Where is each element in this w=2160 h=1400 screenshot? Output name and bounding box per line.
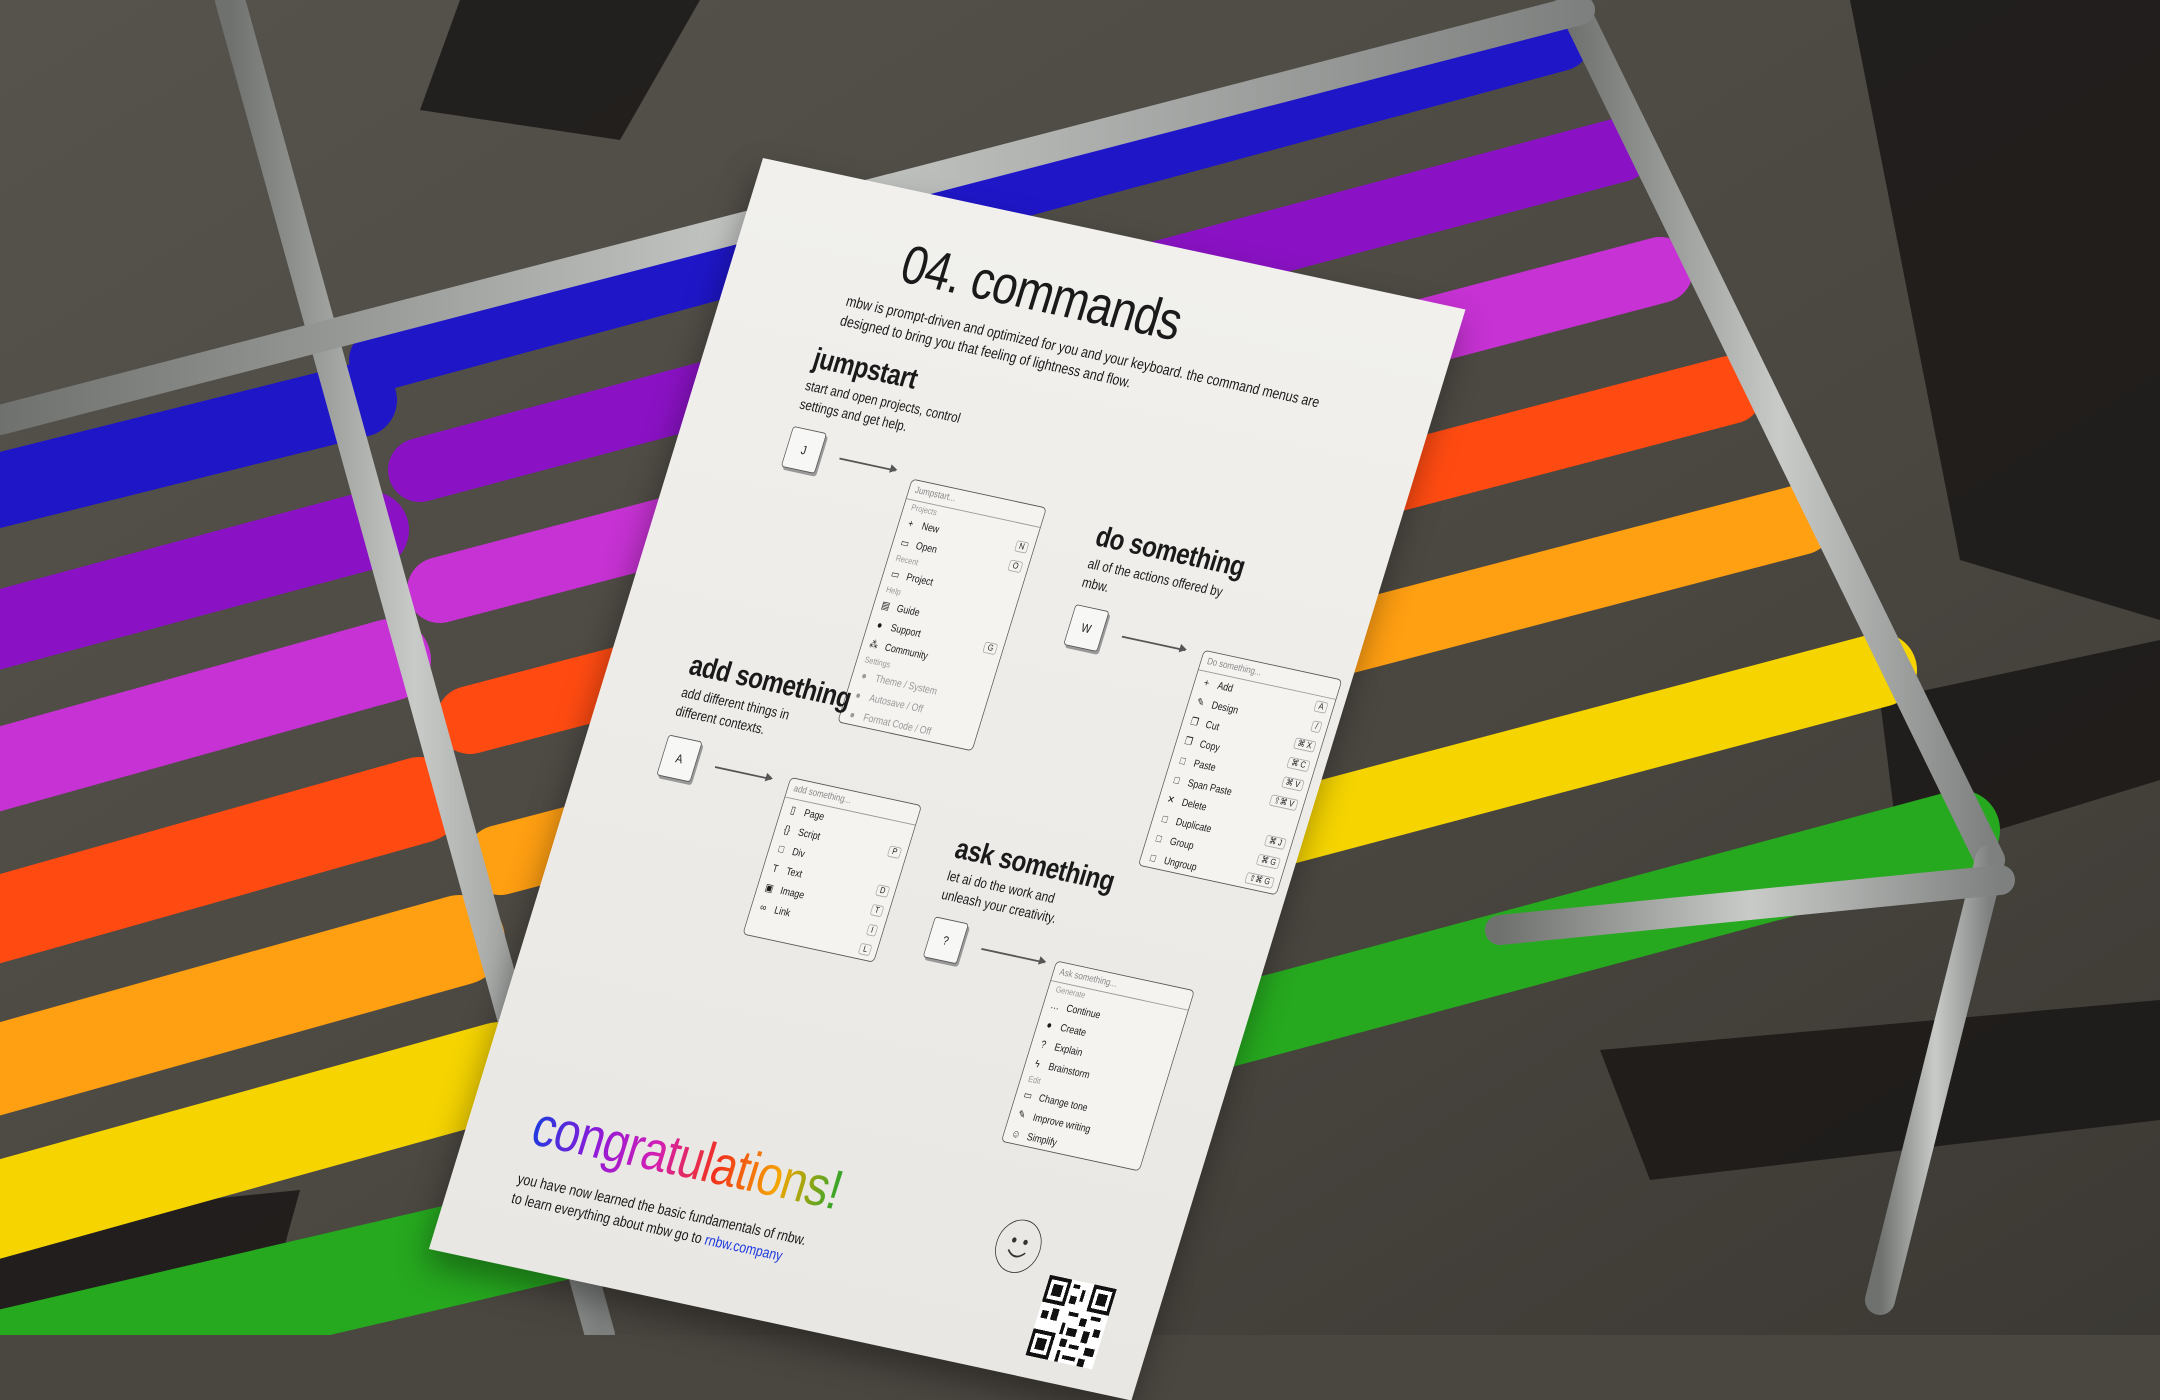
add-something-menu: add something... ▯ Page{} Script P □ Div T Text D…: [742, 777, 922, 963]
folder-icon: ▭: [899, 535, 911, 550]
braces-icon: {}: [782, 822, 793, 836]
pen-icon: ✎: [1195, 695, 1207, 709]
smile-icon: ☺: [1010, 1126, 1023, 1141]
ask-something-arrow: [981, 948, 1045, 963]
shortcut-key: L: [858, 942, 873, 957]
dot-icon: ●: [860, 668, 869, 682]
qr-code-icon: [1025, 1274, 1117, 1370]
jumpstart-menu: Jumpstart... Projects + New N ▭ Open O Recent ▭ Pr…: [837, 478, 1047, 752]
square-icon: □: [1148, 850, 1158, 864]
ask-something-menu: Ask something... Generate… Continue ● Create…: [1000, 960, 1195, 1172]
copy-icon: ❐: [1183, 734, 1195, 748]
shortcut-key: O: [1007, 559, 1024, 574]
speech-icon: ▭: [1022, 1087, 1034, 1102]
shortcut-key: T: [869, 903, 885, 918]
add-something-arrow: [714, 766, 772, 780]
shortcut-key: A: [1313, 700, 1329, 714]
shortcut-key: G: [982, 641, 999, 656]
page-icon: ▯: [789, 803, 798, 817]
link-icon: ∞: [758, 900, 769, 914]
person-icon: ●: [875, 618, 885, 632]
text-icon: T: [771, 861, 780, 875]
smiley-icon: [988, 1215, 1049, 1278]
ask-something-key: ?: [922, 916, 969, 965]
shortcut-key: /: [1310, 720, 1323, 734]
menu-item-spacer: [752, 925, 763, 927]
image-icon: ▣: [763, 880, 776, 895]
square-icon: □: [777, 842, 786, 855]
do-something-key: W: [1063, 604, 1110, 652]
jumpstart-key: J: [780, 425, 827, 474]
shortcut-key: N: [1013, 540, 1030, 554]
people-icon: ⁂: [868, 637, 881, 651]
shortcut-key: ⇧⌘ G: [1244, 871, 1275, 889]
question-icon: ?: [1039, 1037, 1048, 1051]
jumpstart-arrow: [839, 457, 896, 472]
shortcut-key: ⌘ J: [1263, 834, 1287, 850]
shortcut-key: P: [887, 845, 903, 859]
ellipsis-icon: …: [1049, 998, 1062, 1012]
shortcut-key: D: [874, 884, 891, 898]
square-icon: □: [1172, 773, 1182, 787]
square-icon: □: [1178, 753, 1188, 767]
do-something-arrow: [1121, 635, 1186, 651]
copy-icon: ❐: [1189, 714, 1201, 729]
guide-icon: ▤: [880, 598, 892, 612]
folder-icon: ▭: [889, 567, 902, 581]
dot-icon: ●: [1045, 1017, 1054, 1031]
shortcut-key: ⌘ V: [1280, 776, 1305, 792]
pen-icon: ✎: [1016, 1107, 1028, 1121]
shortcut-key: ⌘ G: [1256, 853, 1281, 870]
add-something-key: A: [656, 734, 703, 783]
square-icon: □: [1154, 831, 1164, 845]
plus-icon: +: [906, 516, 916, 530]
square-icon: □: [1160, 812, 1170, 826]
shortcut-key: ⌘ X: [1292, 737, 1317, 753]
shortcut-key: ⇧⌘ V: [1268, 794, 1299, 812]
close-icon: ✕: [1165, 792, 1177, 806]
plus-icon: +: [1202, 675, 1212, 689]
bolt-icon: ϟ: [1033, 1056, 1042, 1070]
shortcut-key: I: [866, 923, 879, 937]
shortcut-key: ⌘ C: [1286, 756, 1311, 773]
